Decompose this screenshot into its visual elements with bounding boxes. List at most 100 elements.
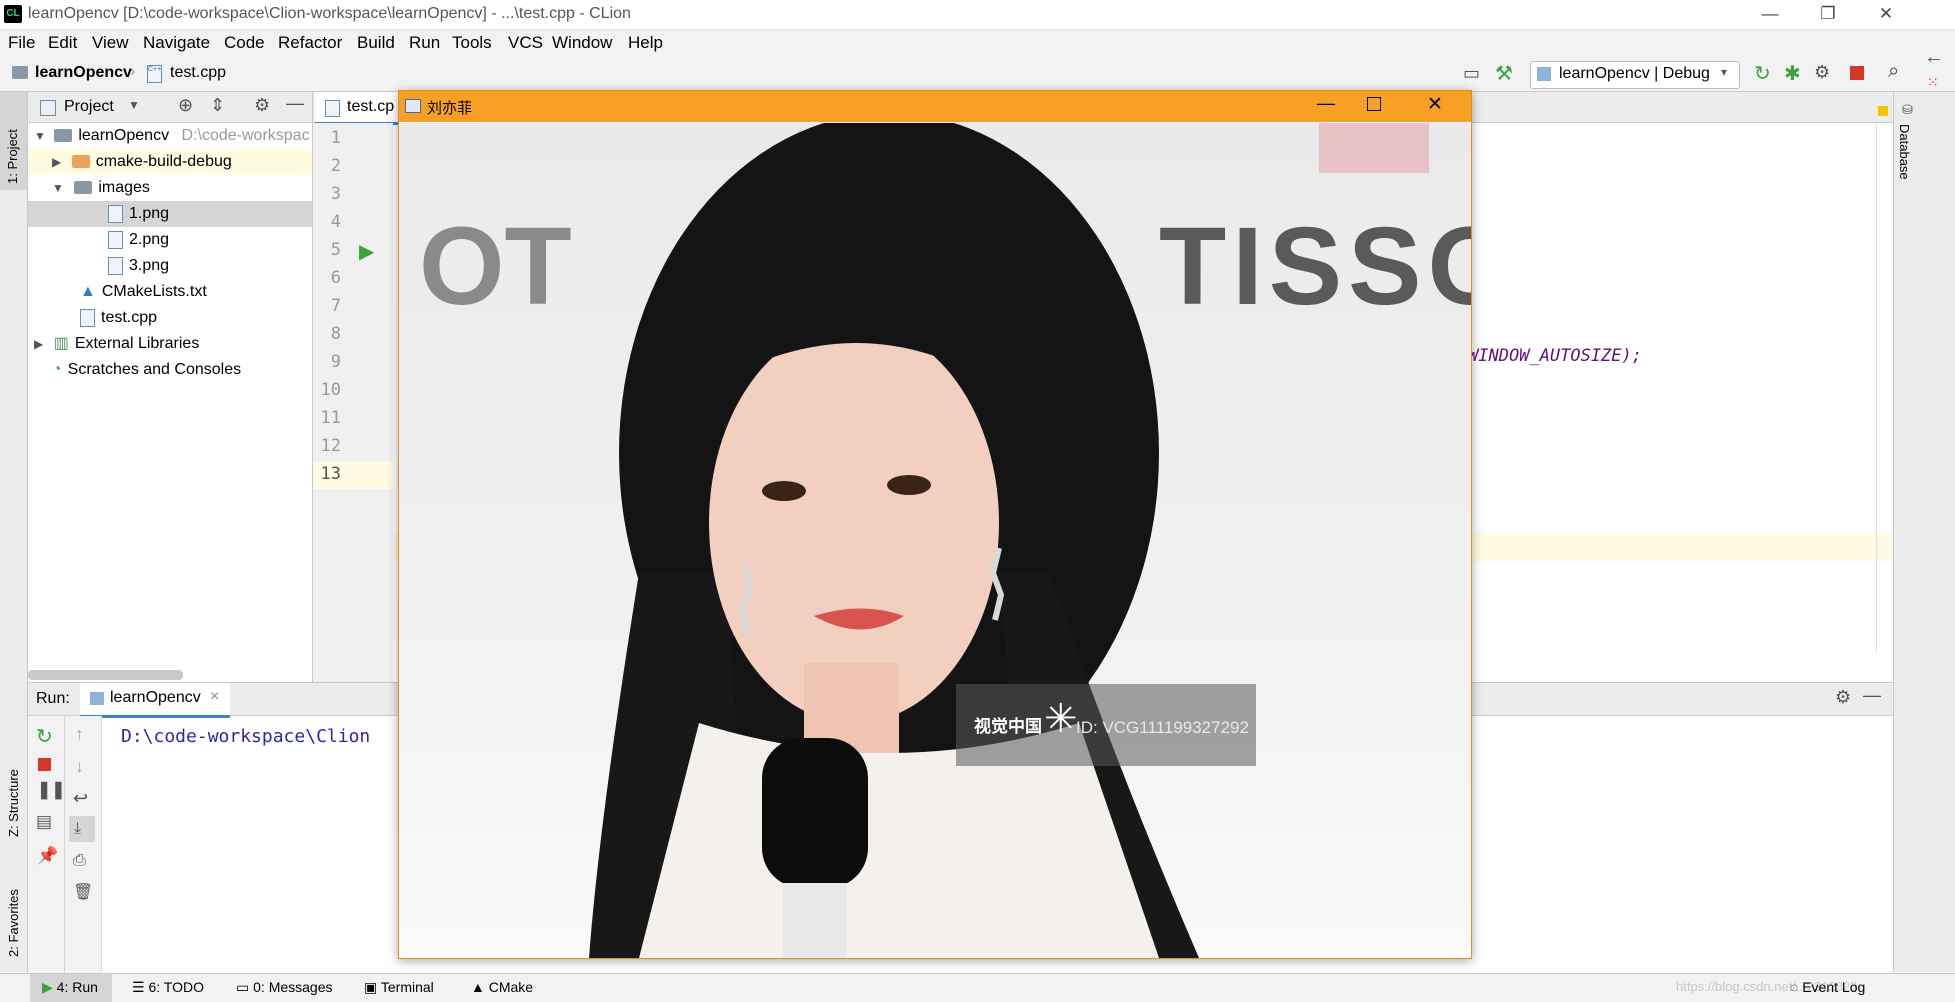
tree-item-3-png[interactable]: 3.png [28,253,312,279]
displayed-photo: TISSO OT 视觉中国 ✳ ID: VCG111199327292 [399,123,1471,958]
arrow-up-icon[interactable]: ↑ [75,724,84,745]
window-title: learnOpencv [D:\code-workspace\Clion-wor… [28,5,631,22]
tree-item-label: test.cpp [101,309,158,326]
scroll-to-end-button[interactable] [69,816,95,842]
arrow-down-icon[interactable]: ↓ [75,756,84,777]
menu-refactor[interactable]: Refactor [278,33,342,53]
line-number: 6 [330,268,341,288]
status-todo-tab[interactable]: ☰ 6: TODO [132,979,204,996]
grid-icon[interactable]: ⁙ [1927,74,1939,91]
tree-item-external-libraries[interactable]: ▶ ▥ External Libraries [28,331,312,357]
event-log-button[interactable]: ◌ Event Log [1790,979,1865,995]
run-configuration-select[interactable]: learnOpencv | Debug ▾ [1530,61,1740,89]
tree-item-test-cpp[interactable]: test.cpp [28,305,312,331]
list-icon: ☰ [132,979,149,995]
run-tab-learnopencv[interactable]: learnOpencv × [80,683,230,718]
close-icon[interactable]: ✕ [1427,93,1443,116]
line-number: 12 [320,436,341,456]
trash-icon[interactable]: 🗑 [73,882,93,902]
image-window-title-bar[interactable]: 刘亦菲 — ✕ [399,91,1471,122]
line-number: 11 [320,408,341,428]
pause-icon[interactable]: ❚❚ [37,780,66,800]
menu-navigate[interactable]: Navigate [143,33,210,53]
favorites-tool-label: 2: Favorites [6,889,21,957]
tree-item-1-png[interactable]: 1.png [28,201,312,227]
menu-run[interactable]: Run [409,33,440,53]
gear-icon[interactable]: ⚙ [254,95,270,116]
tree-item-label: 1.png [129,205,170,222]
breadcrumb-project[interactable]: learnOpencv [35,64,132,82]
chevron-right-icon: ▶ [52,155,62,169]
module-folder-icon [54,129,73,143]
close-button[interactable]: ✕ [1863,0,1909,29]
menu-bar: File Edit View Navigate Code Refactor Bu… [0,30,1955,56]
menu-file[interactable]: File [8,33,35,53]
stop-icon[interactable] [38,758,51,771]
tree-item-cmake-build-debug[interactable]: ▶ cmake-build-debug [28,149,312,175]
tree-item-label: Scratches and Consoles [67,361,242,378]
chevron-right-icon: ▶ [34,337,44,351]
stop-icon[interactable] [1850,66,1864,80]
gear-icon[interactable]: ⚙ [1835,687,1851,708]
stock-watermark-box: 视觉中国 ✳ ID: VCG111199327292 [956,684,1256,766]
favorites-tool-tab[interactable]: 2: Favorites [0,862,27,962]
tree-item-2-png[interactable]: 2.png [28,227,312,253]
tree-item-scratches[interactable]: ◔ Scratches and Consoles [28,357,312,383]
status-run-tab[interactable]: ▶ 4: Run [42,979,98,996]
back-arrow-icon[interactable]: ← [1924,46,1944,69]
chevron-down-icon[interactable]: ▼ [128,98,140,112]
layout-icon[interactable]: ▤ [36,812,52,832]
search-icon[interactable]: ⌕ [1888,60,1899,83]
status-terminal-tab[interactable]: ▣ Terminal [364,979,434,996]
soft-wrap-icon[interactable]: ↩ [73,788,88,809]
minimize-button[interactable]: — [1747,0,1793,29]
structure-tool-tab[interactable]: Z: Structure [0,742,27,842]
image-file-icon [108,256,123,275]
hide-panel-icon[interactable]: — [286,93,304,114]
horizontal-scrollbar[interactable] [28,670,183,680]
run-configuration-label: learnOpencv | Debug [1559,65,1710,82]
layout-icon[interactable]: ▭ [1463,63,1480,84]
database-tool-tab[interactable]: Database [1894,122,1916,202]
stock-watermark-id: ID: VCG111199327292 [1076,718,1249,737]
debug-bug-icon[interactable]: ✱ [1784,61,1801,86]
menu-view[interactable]: View [92,33,129,53]
run-panel-label: Run: [36,690,70,707]
project-panel-title[interactable]: Project [64,98,114,116]
menu-help[interactable]: Help [628,33,663,53]
tree-item-images[interactable]: ▼ images [28,175,312,201]
maximize-icon[interactable] [1367,97,1381,111]
rerun-icon[interactable]: ↻ [1754,61,1771,86]
menu-tools[interactable]: Tools [452,33,492,53]
menu-build[interactable]: Build [357,33,395,53]
status-messages-tab[interactable]: ▭ 0: Messages [236,979,333,996]
breadcrumb-file[interactable]: test.cpp [170,64,226,82]
locate-target-icon[interactable]: ⊕ [178,95,193,116]
status-cmake-tab[interactable]: ▲ CMake [471,979,533,995]
editor-scrollbar[interactable] [1876,123,1891,653]
minimize-icon[interactable]: — [1317,93,1335,114]
pin-icon[interactable]: 📌 [37,846,58,866]
build-hammer-icon[interactable]: ⚒ [1495,61,1513,86]
print-icon[interactable]: ⎙ [73,852,86,870]
status-bar: ▶ 4: Run ☰ 6: TODO ▭ 0: Messages ▣ Termi… [0,973,1955,1002]
menu-vcs[interactable]: VCS [508,33,543,53]
close-icon[interactable]: × [210,688,219,706]
hide-panel-icon[interactable]: — [1863,685,1881,706]
chevron-down-icon: ▾ [1721,65,1728,79]
profile-icon[interactable]: ⚙ [1814,62,1830,83]
event-log-icon: ◌ [1790,979,1803,995]
collapse-all-icon[interactable]: ⇕ [210,95,225,116]
menu-window[interactable]: Window [552,33,612,53]
tree-item-cmakelists[interactable]: ▲ CMakeLists.txt [28,279,312,305]
inspection-indicator-icon[interactable] [1878,106,1888,116]
restore-button[interactable]: ❐ [1805,0,1851,29]
folder-icon [12,66,28,79]
run-gutter-icon[interactable]: ▶ [359,239,374,264]
menu-code[interactable]: Code [224,33,265,53]
tree-item-learnopencv[interactable]: ▼ learnOpencv D:\code-workspac [28,123,312,149]
tree-item-label: cmake-build-debug [95,153,232,170]
rerun-icon[interactable]: ↻ [36,724,53,749]
project-tool-tab[interactable]: 1: Project [0,92,27,190]
menu-edit[interactable]: Edit [48,33,77,53]
